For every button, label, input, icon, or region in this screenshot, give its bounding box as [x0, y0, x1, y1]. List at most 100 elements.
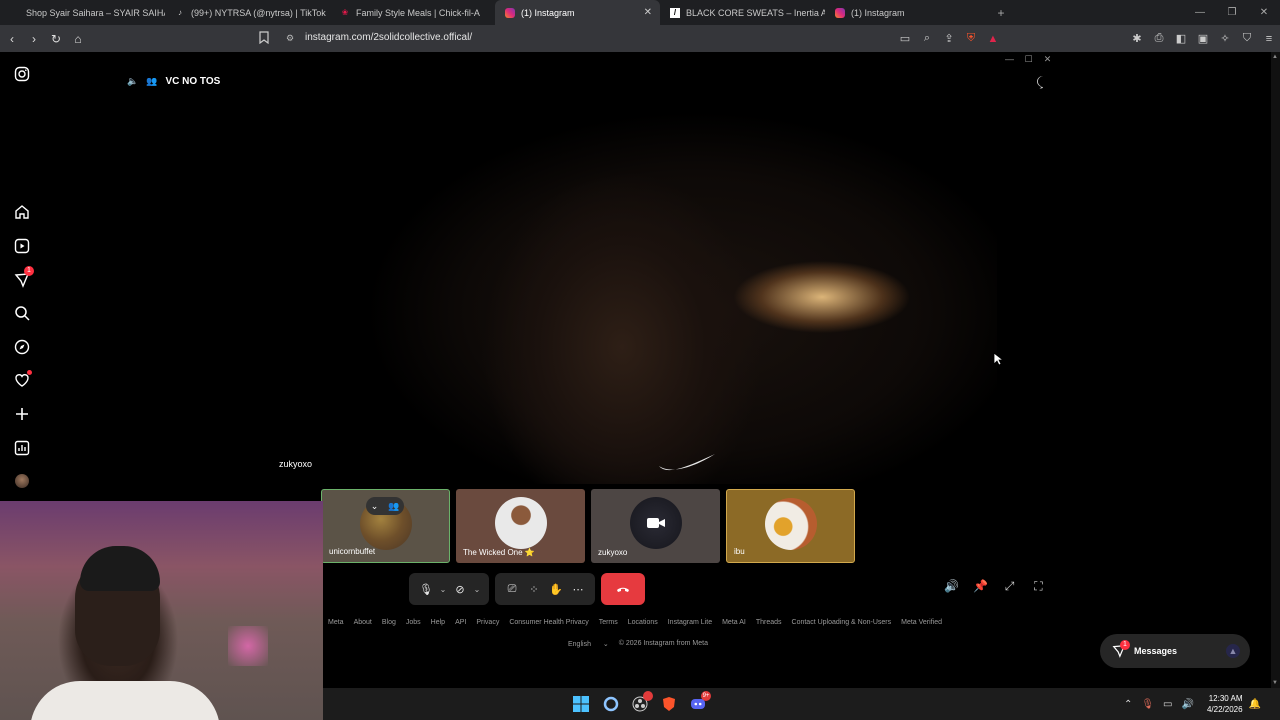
clock-time: 12:30 AM: [1208, 694, 1243, 703]
pop-out-icon[interactable]: ⤢: [995, 579, 1024, 594]
participant-tile[interactable]: The Wicked One ⭐: [456, 489, 585, 563]
new-tab-button[interactable]: +: [990, 6, 1012, 20]
clock-date: 4/22/2026: [1206, 705, 1243, 714]
add-people-icon[interactable]: 👥: [388, 501, 399, 512]
search-icon[interactable]: [12, 303, 32, 323]
footer-link[interactable]: Instagram Lite: [668, 619, 712, 626]
vpn-icon[interactable]: ⛉: [1237, 32, 1257, 45]
window-controls: — ❐ ✕: [1184, 0, 1280, 25]
participant-tile[interactable]: zukyoxo: [591, 489, 720, 563]
footer-link[interactable]: Consumer Health Privacy: [509, 619, 588, 626]
volume-icon[interactable]: 🔊: [1182, 699, 1194, 710]
leo-ai-icon[interactable]: ✧: [1215, 32, 1235, 45]
minimize-icon[interactable]: —: [1000, 54, 1019, 65]
footer-link[interactable]: Meta: [328, 619, 344, 626]
brave-rewards-icon[interactable]: ▲: [983, 33, 1003, 45]
tiles-menu[interactable]: ⌄ 👥: [366, 497, 404, 515]
more-options-icon[interactable]: ⋯: [567, 583, 589, 596]
microphone-icon[interactable]: 🎙: [1141, 699, 1154, 710]
messenger-icon[interactable]: 1: [12, 266, 34, 290]
heart-icon[interactable]: [12, 370, 32, 390]
reload-icon[interactable]: ↻: [46, 32, 66, 46]
share-icon[interactable]: ⇪: [939, 32, 959, 45]
end-call-button[interactable]: [601, 573, 645, 605]
reels-icon[interactable]: [12, 236, 32, 256]
chevron-down-icon[interactable]: ⌄: [437, 585, 449, 594]
language-select[interactable]: English ⌄: [568, 640, 609, 648]
system-clock[interactable]: 12:30 AM 4/22/2026: [1207, 693, 1243, 715]
copilot-app-icon[interactable]: [600, 693, 622, 715]
home-icon[interactable]: [12, 202, 32, 222]
instagram-logo-icon[interactable]: [12, 64, 32, 84]
profile-avatar[interactable]: [12, 471, 32, 491]
messages-label: Messages: [1134, 646, 1178, 656]
explore-icon[interactable]: [12, 337, 32, 357]
pin-icon[interactable]: 📌: [966, 579, 995, 594]
footer-link[interactable]: Jobs: [406, 619, 421, 626]
back-icon[interactable]: ‹: [2, 32, 22, 46]
obs-app-icon[interactable]: [629, 691, 653, 715]
maximize-icon[interactable]: ☐: [1019, 54, 1038, 65]
zoom-icon[interactable]: ⌕: [917, 32, 937, 45]
notifications-icon[interactable]: 🔔: [1249, 699, 1261, 710]
dashboard-icon[interactable]: [12, 438, 32, 458]
tab-label: (99+) NYTRSA (@nytrsa) | TikTok: [191, 7, 326, 18]
extensions-icon[interactable]: ✱: [1127, 32, 1147, 45]
forward-icon[interactable]: ›: [24, 32, 44, 46]
windows-start-icon[interactable]: [570, 693, 592, 715]
volume-icon[interactable]: 🔊: [937, 579, 966, 594]
raise-hand-icon[interactable]: ✋: [545, 583, 567, 596]
footer-link[interactable]: Help: [431, 619, 445, 626]
brave-app-icon[interactable]: [658, 693, 680, 715]
scroll-up-icon[interactable]: ▲: [1272, 54, 1278, 60]
chat-bubble-icon[interactable]: [1035, 74, 1051, 90]
close-window-icon[interactable]: ✕: [1038, 54, 1057, 65]
browser-tab[interactable]: (1) Instagram: [825, 0, 990, 25]
minimize-icon[interactable]: —: [1184, 0, 1216, 25]
menu-icon[interactable]: ≡: [1259, 33, 1279, 45]
browser-tab[interactable]: Shop Syair Saihara – SYAIR SAIHARA: [0, 0, 165, 25]
footer-link[interactable]: API: [455, 619, 466, 626]
chevron-down-icon[interactable]: ⌄: [371, 501, 379, 512]
footer-link[interactable]: Locations: [628, 619, 658, 626]
home-icon[interactable]: ⌂: [68, 32, 88, 46]
footer-link[interactable]: Meta AI: [722, 619, 746, 626]
discord-app-icon[interactable]: 9+: [687, 691, 711, 715]
footer-link[interactable]: About: [354, 619, 372, 626]
site-settings-icon[interactable]: ⚙: [286, 33, 294, 44]
close-tab-icon[interactable]: ✕: [644, 7, 652, 18]
share-screen-icon[interactable]: ⎚: [501, 583, 523, 596]
network-icon[interactable]: ▭: [1163, 699, 1172, 710]
browser-tab[interactable]: / BLACK CORE SWEATS – Inertia Active: [660, 0, 825, 25]
close-window-icon[interactable]: ✕: [1248, 0, 1280, 25]
scroll-down-icon[interactable]: ▼: [1272, 680, 1278, 686]
footer-link[interactable]: Threads: [756, 619, 782, 626]
footer-link[interactable]: Terms: [599, 619, 618, 626]
footer-link[interactable]: Privacy: [476, 619, 499, 626]
bookmark-icon[interactable]: [259, 31, 269, 44]
fullscreen-icon[interactable]: ⛶: [1024, 579, 1053, 594]
create-icon[interactable]: [12, 404, 32, 424]
sidebar-icon[interactable]: ◧: [1171, 32, 1191, 45]
address-bar-url[interactable]: instagram.com/2solidcollective.offical/: [305, 32, 472, 43]
brave-shield-icon[interactable]: ⛨: [961, 32, 981, 45]
participant-tile[interactable]: ibu: [726, 489, 855, 563]
footer-link[interactable]: Meta Verified: [901, 619, 942, 626]
page-scrollbar[interactable]: ▲ ▼: [1271, 52, 1280, 688]
camera-off-icon[interactable]: ⊘: [449, 583, 471, 596]
cast-icon[interactable]: ▭: [895, 32, 915, 45]
microphone-icon[interactable]: 🎙: [415, 583, 437, 596]
footer-link[interactable]: Contact Uploading & Non-Users: [792, 619, 892, 626]
chevron-down-icon[interactable]: ⌄: [471, 585, 483, 594]
maximize-icon[interactable]: ❐: [1216, 0, 1248, 25]
wallet-icon[interactable]: ▣: [1193, 32, 1213, 45]
effects-icon[interactable]: ⁘: [523, 583, 545, 596]
chevron-up-icon[interactable]: ⌃: [1124, 699, 1132, 710]
screenshot-icon[interactable]: ⎙: [1149, 32, 1169, 45]
speaker-icon[interactable]: 🔈: [127, 76, 138, 87]
browser-tab[interactable]: ❀ Family Style Meals | Chick-fil-A: [330, 0, 495, 25]
browser-tab[interactable]: ♪ (99+) NYTRSA (@nytrsa) | TikTok: [165, 0, 330, 25]
browser-tab-active[interactable]: (1) Instagram ✕: [495, 0, 660, 25]
messages-button[interactable]: 1 Messages ▲: [1100, 634, 1250, 668]
footer-link[interactable]: Blog: [382, 619, 396, 626]
